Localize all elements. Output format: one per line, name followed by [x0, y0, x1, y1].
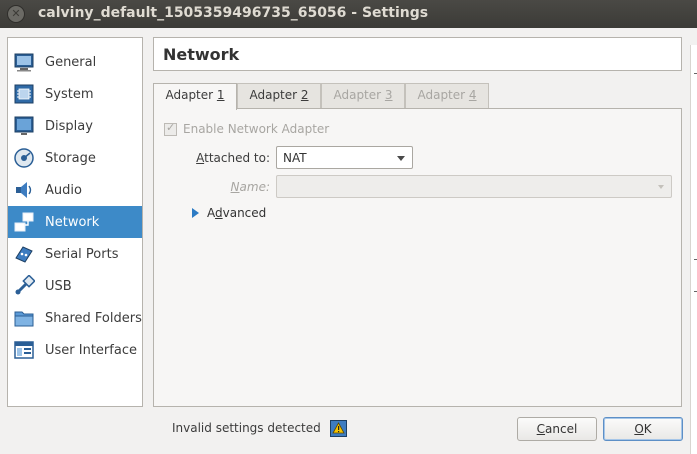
page-header: Network [153, 37, 682, 71]
enable-adapter-row: Enable Network Adapter [164, 121, 330, 136]
attached-to-value: NAT [283, 151, 307, 165]
window-title: calviny_default_1505359496735_65056 - Se… [38, 5, 429, 21]
warning-icon[interactable] [330, 420, 347, 437]
settings-sidebar: General System Display Storage Audio Net… [7, 37, 143, 407]
adapter-panel: Enable Network Adapter Attached to: NAT … [153, 108, 682, 407]
attached-to-label-text: ttached to: [204, 151, 270, 165]
sidebar-item-label: Shared Folders [45, 310, 142, 326]
enable-adapter-checkbox [164, 121, 177, 136]
chevron-down-icon [658, 185, 664, 189]
expand-arrow-icon [192, 208, 199, 218]
audio-icon [12, 178, 36, 202]
sidebar-item-audio[interactable]: Audio [8, 174, 142, 206]
sidebar-item-label: Audio [45, 182, 82, 198]
background-window-edge [690, 45, 697, 454]
tab-label: Adapter [249, 88, 301, 102]
status-message: Invalid settings detected [172, 421, 321, 435]
close-icon: ✕ [11, 7, 21, 20]
tab-adapter-2[interactable]: Adapter 2 [237, 83, 321, 108]
sidebar-item-label: Display [45, 118, 93, 134]
system-icon [12, 82, 36, 106]
attached-to-label-key: A [196, 151, 205, 165]
tab-label-key: 4 [468, 88, 477, 102]
tab-label-key: 3 [384, 88, 393, 102]
attached-to-label: Attached to: [194, 151, 270, 165]
storage-icon [12, 146, 36, 170]
sidebar-item-label: Serial Ports [45, 246, 119, 262]
shared-folders-icon [12, 306, 36, 330]
sidebar-item-label: System [45, 86, 94, 102]
general-icon [12, 50, 36, 74]
sidebar-item-usb[interactable]: USB [8, 270, 142, 302]
sidebar-item-display[interactable]: Display [8, 110, 142, 142]
name-label-key: N [230, 180, 240, 194]
ok-label: K [643, 422, 652, 436]
display-icon [12, 114, 36, 138]
tab-adapter-1[interactable]: Adapter 1 [153, 83, 237, 110]
advanced-label-pre: A [207, 206, 215, 220]
close-window-button[interactable]: ✕ [7, 5, 25, 23]
usb-icon [12, 274, 36, 298]
tab-label-key: 2 [300, 88, 309, 102]
page-title: Network [163, 45, 240, 64]
cancel-button[interactable]: Cancel [517, 417, 597, 441]
enable-adapter-label: Enable Network Adapter [183, 122, 330, 136]
sidebar-item-network[interactable]: Network [8, 206, 142, 238]
cancel-label: ancel [545, 422, 578, 436]
name-select [276, 175, 672, 198]
sidebar-item-shared-folders[interactable]: Shared Folders [8, 302, 142, 334]
ok-key: O [634, 422, 644, 436]
tab-adapter-4: Adapter 4 [405, 83, 489, 108]
tab-label: Adapter [333, 88, 385, 102]
name-label: Name: [194, 180, 270, 194]
sidebar-item-user-interface[interactable]: User Interface [8, 334, 142, 366]
attached-to-select[interactable]: NAT [276, 146, 413, 169]
user-interface-icon [12, 338, 36, 362]
sidebar-item-label: Network [45, 214, 100, 230]
advanced-label-post: vanced [222, 206, 267, 220]
tab-label: Adapter [165, 88, 217, 102]
sidebar-item-label: USB [45, 278, 72, 294]
sidebar-item-storage[interactable]: Storage [8, 142, 142, 174]
cancel-key: C [536, 422, 546, 436]
advanced-label: Advanced [207, 206, 266, 220]
sidebar-item-label: User Interface [45, 342, 137, 358]
sidebar-item-general[interactable]: General [8, 46, 142, 78]
serial-ports-icon [12, 242, 36, 266]
ok-button[interactable]: OK [603, 417, 683, 441]
sidebar-item-label: Storage [45, 150, 96, 166]
title-bar: ✕ calviny_default_1505359496735_65056 - … [0, 0, 697, 28]
sidebar-item-system[interactable]: System [8, 78, 142, 110]
tab-adapter-3: Adapter 3 [321, 83, 405, 108]
chevron-down-icon [397, 156, 405, 161]
tab-label-key: 1 [216, 88, 225, 102]
sidebar-item-serial-ports[interactable]: Serial Ports [8, 238, 142, 270]
advanced-expander[interactable]: Advanced [192, 206, 266, 220]
network-icon [12, 210, 36, 234]
name-label-text: ame: [239, 180, 270, 194]
advanced-label-key: d [215, 206, 223, 220]
tab-label: Adapter [417, 88, 469, 102]
settings-dialog: General System Display Storage Audio Net… [0, 28, 697, 454]
sidebar-item-label: General [45, 54, 97, 70]
